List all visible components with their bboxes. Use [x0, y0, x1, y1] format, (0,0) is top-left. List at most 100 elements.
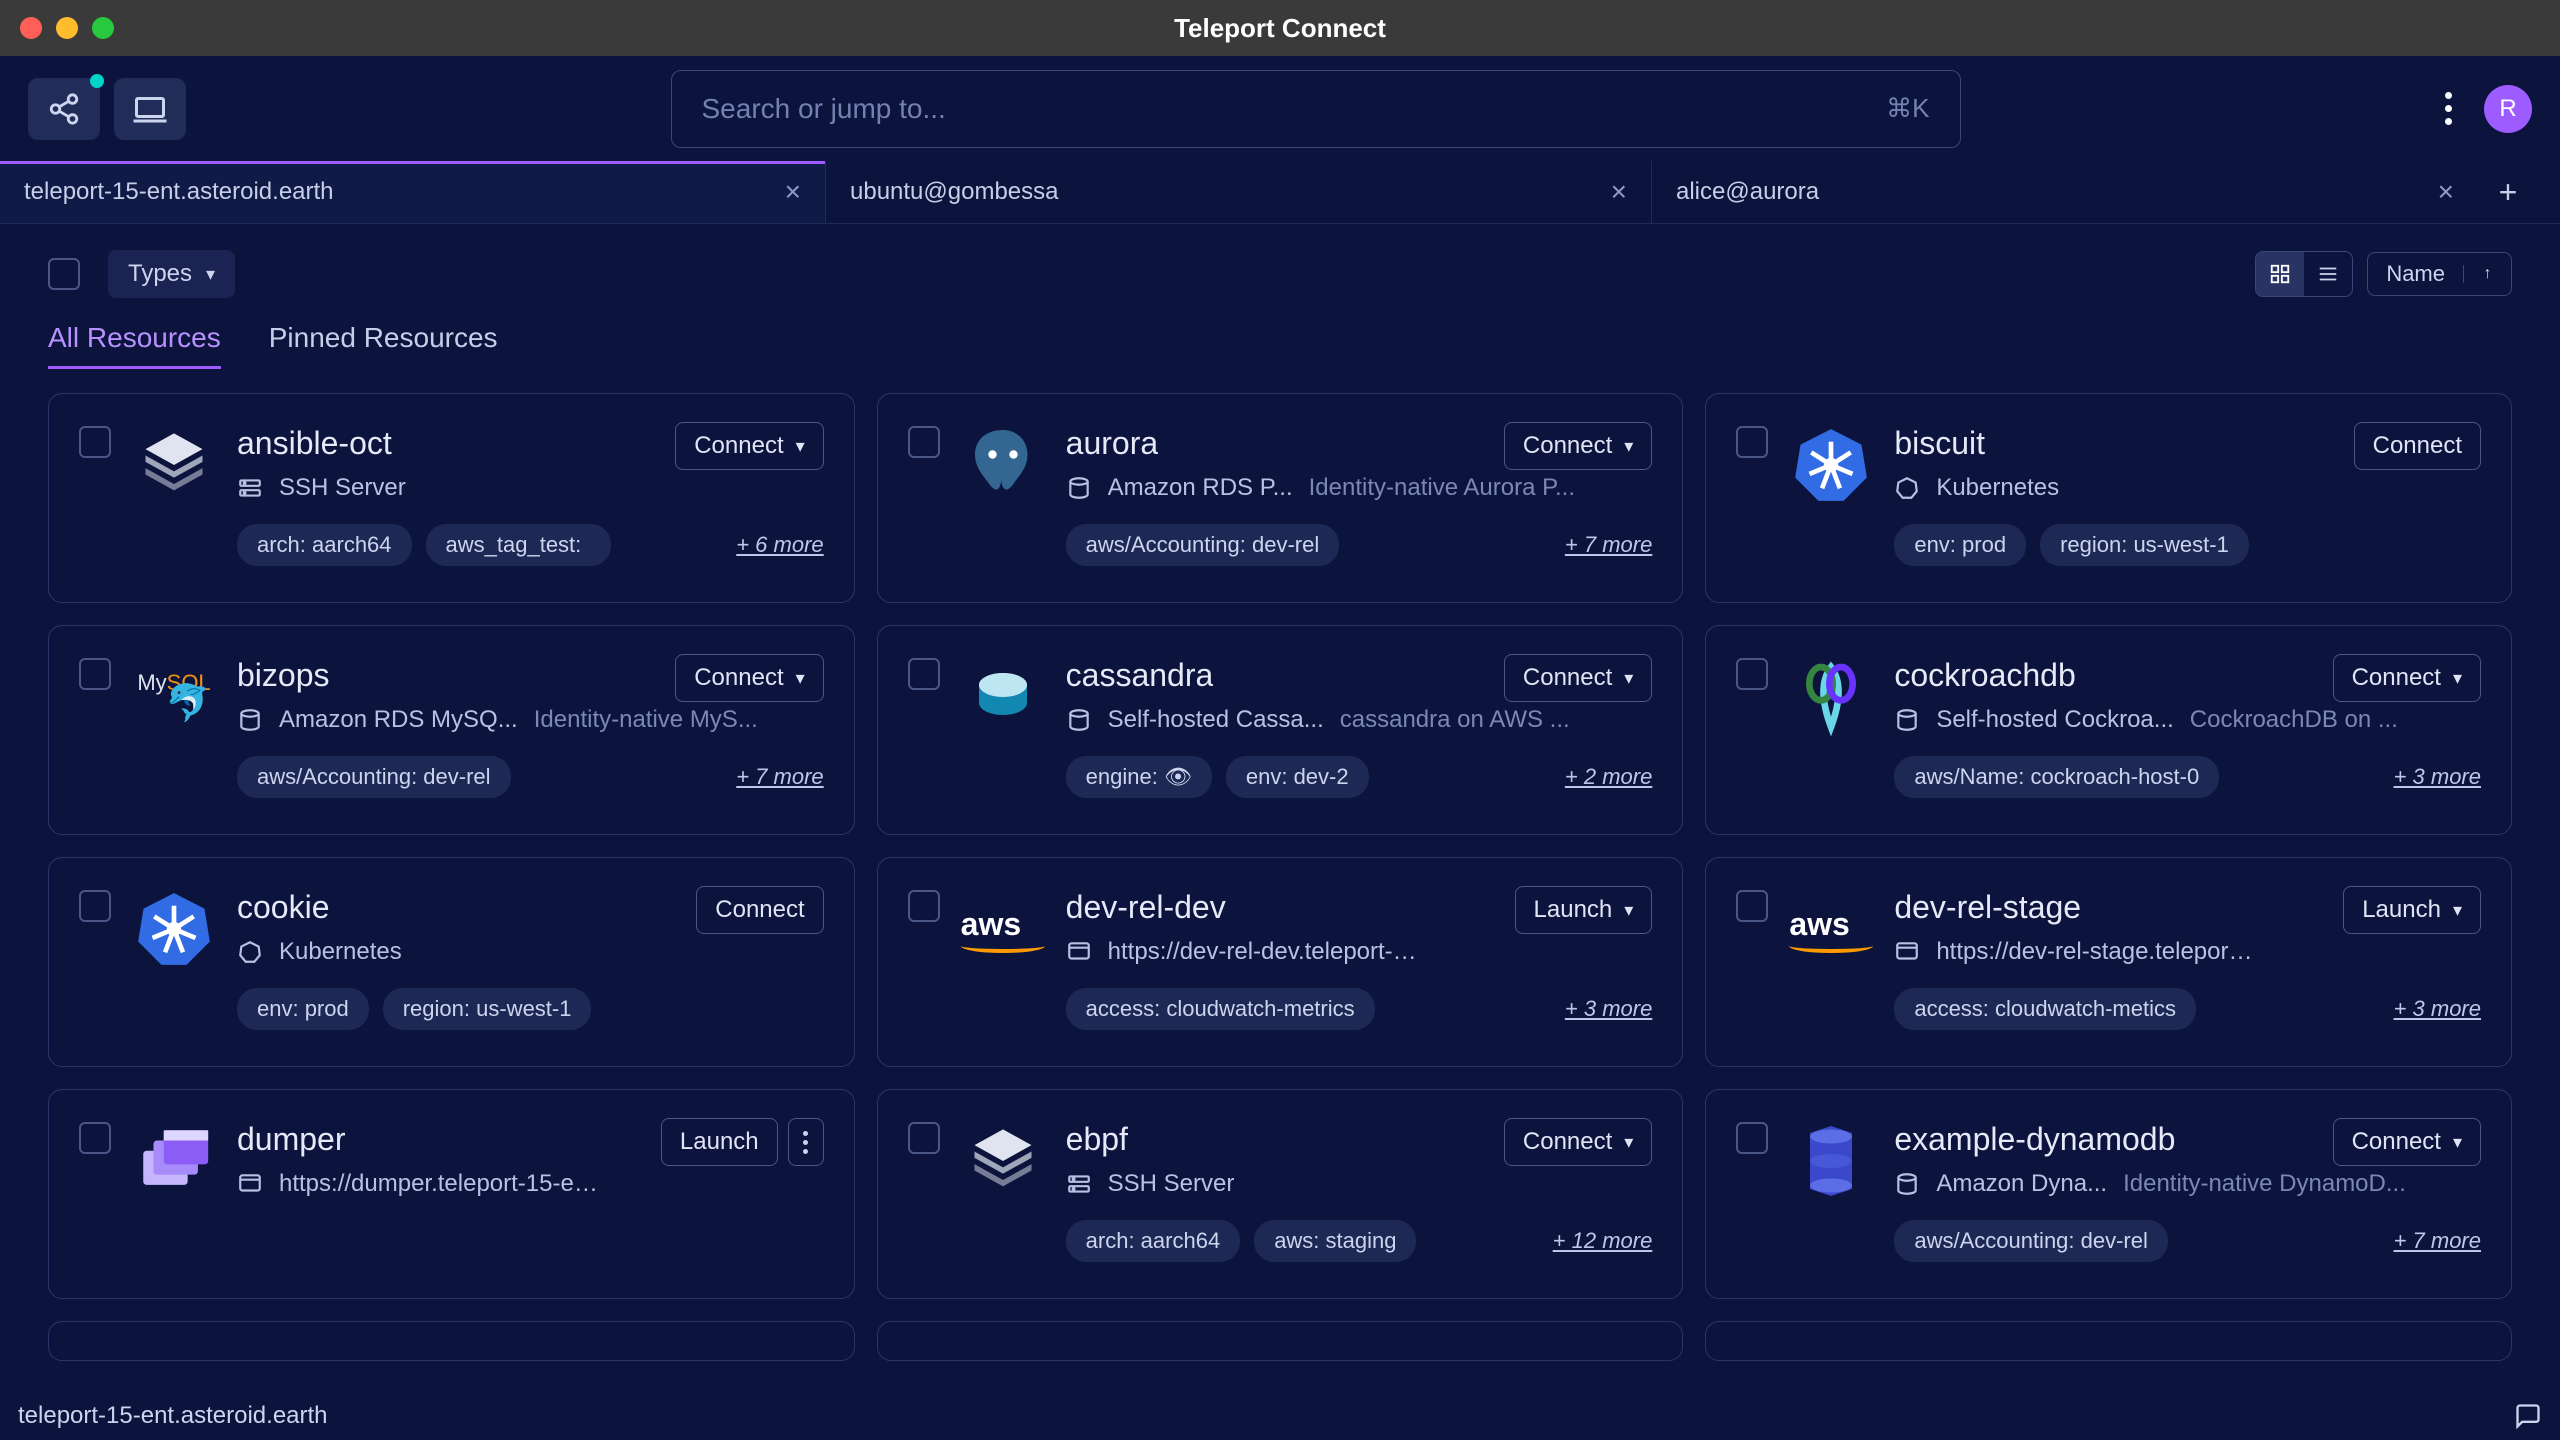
more-tags-link[interactable]: + 3 more	[2394, 996, 2481, 1022]
chevron-down-icon: ▾	[1624, 668, 1633, 689]
resource-icon	[1788, 654, 1874, 740]
more-tags-link[interactable]: + 3 more	[1565, 996, 1652, 1022]
resource-card: biscuit Connect Kubernetes env: prodregi…	[1705, 393, 2512, 603]
grid-view-button[interactable]	[2256, 252, 2304, 296]
resource-tag[interactable]: engine: 👁	[1066, 756, 1212, 798]
connect-button[interactable]: Launch▾	[1515, 886, 1653, 934]
more-menu-button[interactable]	[2445, 92, 2452, 125]
resource-tag[interactable]: aws/Name: cockroach-host-0	[1894, 756, 2219, 798]
connect-button[interactable]: Connect▾	[2333, 1118, 2481, 1166]
types-filter-button[interactable]: Types ▾	[108, 250, 235, 298]
status-cluster: teleport-15-ent.asteroid.earth	[18, 1402, 328, 1430]
close-window-icon[interactable]	[20, 17, 42, 39]
close-icon[interactable]: ×	[785, 176, 801, 208]
tab-cluster[interactable]: teleport-15-ent.asteroid.earth ×	[0, 161, 826, 223]
more-tags-link[interactable]: + 7 more	[736, 764, 823, 790]
resource-card: MySQL🐬 bizops Connect▾ Amazon RDS MySQ..…	[48, 625, 855, 835]
resource-checkbox[interactable]	[79, 1122, 111, 1154]
resource-kind: SSH Server	[1108, 1170, 1235, 1198]
resource-card-placeholder	[877, 1321, 1684, 1361]
resource-tag[interactable]: aws/Accounting: dev-rel	[1894, 1220, 2168, 1262]
connect-button[interactable]: Connect▾	[1504, 654, 1652, 702]
kind-icon	[237, 939, 263, 965]
resource-kind: https://dev-rel-stage.teleport-15-ent.as…	[1936, 938, 2256, 966]
more-tags-link[interactable]: + 2 more	[1565, 764, 1652, 790]
more-tags-link[interactable]: + 7 more	[1565, 532, 1652, 558]
more-tags-link[interactable]: + 7 more	[2394, 1228, 2481, 1254]
resource-checkbox[interactable]	[908, 658, 940, 690]
connect-button[interactable]: Connect▾	[1504, 1118, 1652, 1166]
tab-session[interactable]: alice@aurora ×	[1652, 161, 2478, 223]
connect-button[interactable]: Connect	[2354, 422, 2481, 470]
resource-checkbox[interactable]	[908, 890, 940, 922]
resource-kind: Self-hosted Cassa...	[1108, 706, 1324, 734]
add-tab-button[interactable]: +	[2478, 161, 2538, 223]
resource-tag[interactable]: aws/Accounting: dev-rel	[1066, 524, 1340, 566]
resource-tag[interactable]: access: cloudwatch-metrics	[1066, 988, 1375, 1030]
terminal-button[interactable]	[114, 78, 186, 140]
tab-label: teleport-15-ent.asteroid.earth	[24, 178, 334, 206]
more-tags-link[interactable]: + 3 more	[2394, 764, 2481, 790]
resource-checkbox[interactable]	[79, 890, 111, 922]
clusters-button[interactable]	[28, 78, 100, 140]
subtab-all[interactable]: All Resources	[48, 322, 221, 369]
resource-checkbox[interactable]	[79, 426, 111, 458]
resource-checkbox[interactable]	[908, 1122, 940, 1154]
tabbar: teleport-15-ent.asteroid.earth × ubuntu@…	[0, 161, 2560, 224]
resource-checkbox[interactable]	[79, 658, 111, 690]
kind-icon	[1894, 939, 1920, 965]
action-label: Connect	[694, 664, 783, 692]
minimize-window-icon[interactable]	[56, 17, 78, 39]
resource-checkbox[interactable]	[908, 426, 940, 458]
resource-tag[interactable]: arch: aarch64	[1066, 1220, 1241, 1262]
resource-tag[interactable]: region: us-west-1	[383, 988, 592, 1030]
search-input[interactable]: Search or jump to... ⌘K	[671, 70, 1961, 148]
resource-checkbox[interactable]	[1736, 1122, 1768, 1154]
resource-kind: https://dev-rel-dev.teleport-15-ent.aste…	[1108, 938, 1428, 966]
resource-tag[interactable]: env: dev-2	[1226, 756, 1369, 798]
more-tags-link[interactable]: + 6 more	[736, 532, 823, 558]
kind-icon	[237, 475, 263, 501]
action-label: Connect	[2352, 1128, 2441, 1156]
resource-tag[interactable]: arch: aarch64	[237, 524, 412, 566]
resource-icon: aws	[960, 886, 1046, 972]
subtab-pinned[interactable]: Pinned Resources	[269, 322, 498, 369]
resource-title: aurora	[1066, 425, 1159, 462]
resource-checkbox[interactable]	[1736, 890, 1768, 922]
connect-button[interactable]: Connect▾	[675, 654, 823, 702]
window-title: Teleport Connect	[1174, 13, 1386, 44]
maximize-window-icon[interactable]	[92, 17, 114, 39]
resource-title: cockroachdb	[1894, 657, 2075, 694]
action-more-button[interactable]	[788, 1118, 824, 1166]
connect-button[interactable]: Connect▾	[2333, 654, 2481, 702]
resource-tag[interactable]: aws/Accounting: dev-rel	[237, 756, 511, 798]
tab-session[interactable]: ubuntu@gombessa ×	[826, 161, 1652, 223]
resource-tag[interactable]: region: us-west-1	[2040, 524, 2249, 566]
resource-title: dev-rel-dev	[1066, 889, 1226, 926]
resource-tag[interactable]: aws_tag_test:	[426, 524, 612, 566]
sort-direction-icon[interactable]: ↑	[2463, 265, 2511, 283]
launch-button[interactable]: Launch	[661, 1118, 778, 1166]
chat-icon[interactable]	[2514, 1402, 2542, 1430]
close-icon[interactable]: ×	[1611, 176, 1627, 208]
connect-button[interactable]: Connect▾	[675, 422, 823, 470]
resource-tag[interactable]: access: cloudwatch-metics	[1894, 988, 2196, 1030]
resource-icon	[131, 886, 217, 972]
chevron-down-icon: ▾	[2453, 900, 2462, 921]
resource-tag[interactable]: aws: staging	[1254, 1220, 1416, 1262]
avatar[interactable]: R	[2484, 85, 2532, 133]
connect-button[interactable]: Launch▾	[2343, 886, 2481, 934]
connect-button[interactable]: Connect▾	[1504, 422, 1652, 470]
connect-button[interactable]: Connect	[696, 886, 823, 934]
list-view-button[interactable]	[2304, 252, 2352, 296]
kind-icon	[237, 1171, 263, 1197]
select-all-checkbox[interactable]	[48, 258, 80, 290]
more-tags-link[interactable]: + 12 more	[1553, 1228, 1653, 1254]
chevron-down-icon: ▾	[1624, 436, 1633, 457]
close-icon[interactable]: ×	[2438, 176, 2454, 208]
resource-tag[interactable]: env: prod	[1894, 524, 2026, 566]
sort-button[interactable]: Name ↑	[2367, 252, 2512, 296]
resource-checkbox[interactable]	[1736, 426, 1768, 458]
resource-checkbox[interactable]	[1736, 658, 1768, 690]
resource-tag[interactable]: env: prod	[237, 988, 369, 1030]
